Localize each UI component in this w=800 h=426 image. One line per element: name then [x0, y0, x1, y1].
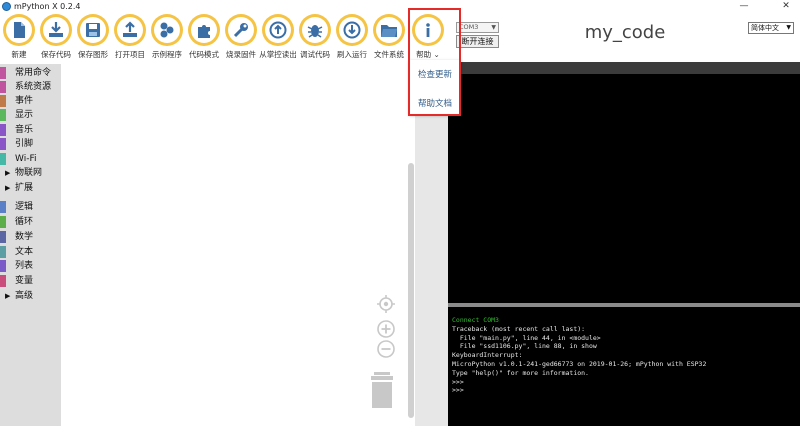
category-color-bar [0, 275, 6, 287]
panel-divider[interactable] [415, 64, 448, 426]
category-color-bar [0, 67, 6, 79]
terminal-line: >>> [452, 386, 464, 395]
terminal-line: >>> [452, 377, 464, 386]
category-logic[interactable]: 逻辑 [0, 200, 61, 214]
close-button[interactable]: ✕ [775, 0, 797, 12]
expand-triangle-icon: ▶ [5, 292, 11, 300]
expand-triangle-icon: ▶ [5, 184, 11, 192]
debug-code-icon [307, 25, 323, 38]
recenter-icon[interactable] [377, 295, 395, 313]
category-color-bar [0, 153, 6, 165]
project-title[interactable]: my_code [560, 22, 690, 43]
terminal-line: KeyboardInterrupt: [452, 351, 523, 360]
code-mode-icon [198, 25, 210, 38]
chevron-down-icon: ▼ [786, 24, 791, 31]
category-color-bar [0, 231, 6, 243]
terminal-line: File "main.py", line 44, in <module> [452, 333, 601, 342]
serial-terminal[interactable]: Connect COM3 Traceback (most recent call… [448, 307, 800, 426]
category-system-resources[interactable]: 系统资源 [0, 80, 61, 94]
category-music[interactable]: 音乐 [0, 123, 61, 137]
terminal-line: Type "help()" for more information. [452, 368, 589, 377]
read-from-board-icon [269, 21, 287, 39]
code-editor-header [448, 62, 800, 74]
category-wifi[interactable]: Wi-Fi [0, 152, 61, 166]
category-loops[interactable]: 循环 [0, 215, 61, 229]
app-window: mPython X 0.2.4 — ✕ 新建 保存代码 保存图形 打开项目 示例… [0, 0, 800, 426]
toolbar: 新建 保存代码 保存图形 打开项目 示例程序 代码模式 烧录固件 从掌控读出 调… [0, 14, 450, 62]
zoom-in-icon[interactable] [377, 320, 395, 338]
open-project-icon [123, 21, 137, 37]
block-workspace[interactable] [61, 64, 415, 426]
category-color-bar [0, 260, 6, 272]
category-math[interactable]: 数学 [0, 230, 61, 244]
category-text[interactable]: 文本 [0, 245, 61, 259]
category-variables[interactable]: 变量 [0, 274, 61, 288]
language-select[interactable]: 简体中文 ▼ [748, 22, 794, 34]
category-pins[interactable]: 引脚 [0, 137, 61, 151]
category-color-bar [0, 124, 6, 136]
expand-triangle-icon: ▶ [5, 169, 11, 177]
terminal-line: Connect COM3 [452, 316, 499, 324]
file-system-button[interactable]: 文件系统 [370, 14, 408, 62]
zoom-out-icon[interactable] [377, 340, 395, 358]
workspace-scrollbar[interactable] [408, 163, 414, 418]
category-color-bar [0, 138, 6, 150]
window-title: mPython X 0.2.4 [14, 2, 81, 11]
file-system-icon [381, 25, 397, 37]
com-port-select[interactable]: COM3 ▼ [456, 22, 499, 33]
category-extensions[interactable]: ▶ 扩展 [0, 181, 61, 195]
example-programs-icon [160, 22, 174, 38]
category-color-bar [0, 216, 6, 228]
flash-firmware-icon [233, 23, 248, 38]
category-lists[interactable]: 列表 [0, 259, 61, 273]
new-file-icon [14, 22, 25, 38]
trash-icon[interactable] [370, 372, 394, 408]
com-port-value: COM3 [459, 23, 479, 31]
disconnect-button[interactable]: 断开连接 [456, 35, 499, 48]
minimize-button[interactable]: — [733, 0, 755, 12]
category-color-bar [0, 246, 6, 258]
category-color-bar [0, 109, 6, 121]
code-editor[interactable] [448, 74, 800, 303]
block-category-list: 常用命令 系统资源 事件 显示 音乐 引脚 Wi-Fi ▶ 物联网 ▶ 扩展 逻辑 … [0, 64, 61, 426]
terminal-line: Traceback (most recent call last): [452, 324, 586, 333]
title-bar: mPython X 0.2.4 — ✕ [0, 0, 800, 14]
terminal-line: File "ssd1106.py", line 88, in show [452, 342, 597, 351]
category-iot[interactable]: ▶ 物联网 [0, 166, 61, 180]
category-common-commands[interactable]: 常用命令 [0, 66, 61, 80]
language-value: 简体中文 [751, 24, 779, 32]
save-code-icon [49, 22, 63, 37]
category-display[interactable]: 显示 [0, 108, 61, 122]
category-color-bar [0, 201, 6, 213]
highlight-box [408, 8, 461, 116]
category-advanced[interactable]: ▶ 高级 [0, 289, 61, 303]
terminal-line: MicroPython v1.0.1-241-ged66773 on 2019-… [452, 359, 707, 368]
save-graphic-icon [86, 23, 100, 37]
category-events[interactable]: 事件 [0, 94, 61, 108]
app-logo-icon [2, 2, 11, 11]
flash-run-icon [343, 21, 361, 39]
category-color-bar [0, 95, 6, 107]
chevron-down-icon: ▼ [491, 24, 496, 31]
category-color-bar [0, 81, 6, 93]
